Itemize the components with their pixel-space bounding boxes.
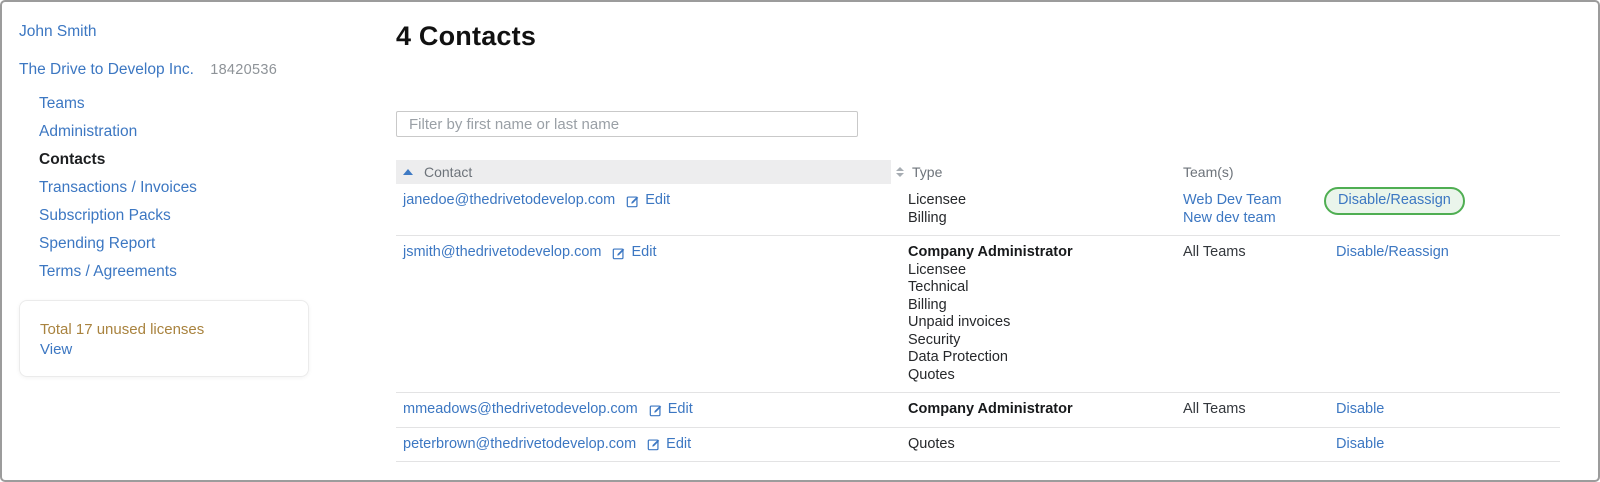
sidebar-nav: TeamsAdministrationContactsTransactions … (19, 90, 379, 286)
license-view-link[interactable]: View (40, 341, 72, 358)
license-card: Total 17 unused licenses View (19, 300, 309, 377)
table-row: mmeadows@thedrivetodevelop.com Edit Compan… (396, 393, 1560, 428)
sort-icon (896, 167, 904, 177)
contact-cell: peterbrown@thedrivetodevelop.com Edit (396, 436, 896, 454)
action-cell: Disable/Reassign (1328, 244, 1560, 262)
edit-pencil-icon (647, 437, 661, 451)
table-body: janedoe@thedrivetodevelop.com Edit License… (396, 184, 1560, 462)
action-cell: Disable (1328, 401, 1560, 419)
sidebar-item-subscription-packs[interactable]: Subscription Packs (19, 202, 379, 230)
license-total-text: Total 17 unused licenses (40, 321, 290, 338)
column-label-contact: Contact (424, 164, 472, 180)
type-cell: Company AdministratorLicenseeTechnicalBi… (896, 244, 1183, 384)
contact-cell: mmeadows@thedrivetodevelop.com Edit (396, 401, 896, 419)
edit-link[interactable]: Edit (649, 401, 693, 419)
app-window: John Smith The Drive to Develop Inc. 184… (0, 0, 1600, 482)
contact-email-link[interactable]: jsmith@thedrivetodevelop.com (403, 244, 601, 262)
column-label-teams: Team(s) (1183, 164, 1234, 180)
edit-link[interactable]: Edit (612, 244, 656, 262)
team-label: All Teams (1183, 401, 1328, 419)
teams-cell: All Teams (1183, 244, 1328, 262)
sidebar-item-transactions-invoices[interactable]: Transactions / Invoices (19, 174, 379, 202)
table-row: peterbrown@thedrivetodevelop.com Edit Quot… (396, 428, 1560, 463)
org-line: The Drive to Develop Inc. 18420536 (19, 61, 379, 79)
type-item: Quotes (908, 436, 1183, 454)
sidebar-item-contacts[interactable]: Contacts (19, 146, 379, 174)
type-cell: LicenseeBilling (896, 192, 1183, 227)
edit-pencil-icon (626, 194, 640, 208)
teams-cell: All Teams (1183, 401, 1328, 419)
column-header-type[interactable]: Type (896, 164, 1183, 180)
contact-email-link[interactable]: peterbrown@thedrivetodevelop.com (403, 436, 636, 454)
type-cell: Company Administrator (896, 401, 1183, 419)
contacts-table: Contact Type Team(s) janedoe@thedrivetod… (396, 160, 1560, 462)
contact-cell: janedoe@thedrivetodevelop.com Edit (396, 192, 896, 210)
type-item: Security (908, 332, 1183, 350)
org-id: 18420536 (210, 62, 277, 78)
action-link-disable[interactable]: Disable (1336, 436, 1384, 452)
sidebar-item-spending-report[interactable]: Spending Report (19, 230, 379, 258)
team-link[interactable]: Web Dev Team (1183, 192, 1328, 210)
action-cell: Disable/Reassign (1328, 192, 1560, 215)
edit-label: Edit (645, 192, 670, 210)
sidebar-org-link[interactable]: The Drive to Develop Inc. (19, 61, 194, 78)
column-header-teams: Team(s) (1183, 164, 1328, 180)
edit-link[interactable]: Edit (626, 192, 670, 210)
type-item: Quotes (908, 367, 1183, 385)
highlight-ring: Disable/Reassign (1324, 187, 1465, 215)
edit-link[interactable]: Edit (647, 436, 691, 454)
contact-email-link[interactable]: janedoe@thedrivetodevelop.com (403, 192, 615, 210)
column-label-type: Type (912, 164, 942, 180)
action-link-disable-reassign[interactable]: Disable/Reassign (1336, 244, 1449, 260)
action-link-disable-reassign[interactable]: Disable/Reassign (1338, 192, 1451, 208)
type-item: Billing (908, 210, 1183, 228)
type-item: Licensee (908, 262, 1183, 280)
team-label: All Teams (1183, 244, 1328, 262)
page-title: 4 Contacts (396, 21, 1560, 52)
type-item: Licensee (908, 192, 1183, 210)
edit-pencil-icon (612, 246, 626, 260)
edit-pencil-icon (649, 403, 663, 417)
filter-input[interactable] (396, 111, 858, 137)
type-cell: Quotes (896, 436, 1183, 454)
type-item: Data Protection (908, 349, 1183, 367)
contact-cell: jsmith@thedrivetodevelop.com Edit (396, 244, 896, 262)
teams-cell (1183, 436, 1328, 453)
sidebar-item-teams[interactable]: Teams (19, 90, 379, 118)
type-item: Company Administrator (908, 244, 1183, 262)
sort-ascending-icon (403, 169, 413, 175)
table-row: jsmith@thedrivetodevelop.com Edit Company … (396, 236, 1560, 393)
column-header-contact[interactable]: Contact (396, 160, 891, 184)
edit-label: Edit (666, 436, 691, 454)
action-link-disable[interactable]: Disable (1336, 401, 1384, 417)
sidebar-item-administration[interactable]: Administration (19, 118, 379, 146)
type-item: Technical (908, 279, 1183, 297)
teams-cell: Web Dev TeamNew dev team (1183, 192, 1328, 227)
team-link[interactable]: New dev team (1183, 210, 1328, 228)
sidebar: John Smith The Drive to Develop Inc. 184… (19, 24, 379, 377)
sidebar-item-terms-agreements[interactable]: Terms / Agreements (19, 258, 379, 286)
action-cell: Disable (1328, 436, 1560, 454)
main-content: 4 Contacts Contact Type Team(s) janedoe@… (396, 2, 1560, 482)
edit-label: Edit (631, 244, 656, 262)
table-row: janedoe@thedrivetodevelop.com Edit License… (396, 184, 1560, 236)
sidebar-user-link[interactable]: John Smith (19, 24, 379, 40)
table-header-row: Contact Type Team(s) (396, 160, 1560, 184)
type-item: Unpaid invoices (908, 314, 1183, 332)
edit-label: Edit (668, 401, 693, 419)
contact-email-link[interactable]: mmeadows@thedrivetodevelop.com (403, 401, 638, 419)
type-item: Company Administrator (908, 401, 1183, 419)
type-item: Billing (908, 297, 1183, 315)
